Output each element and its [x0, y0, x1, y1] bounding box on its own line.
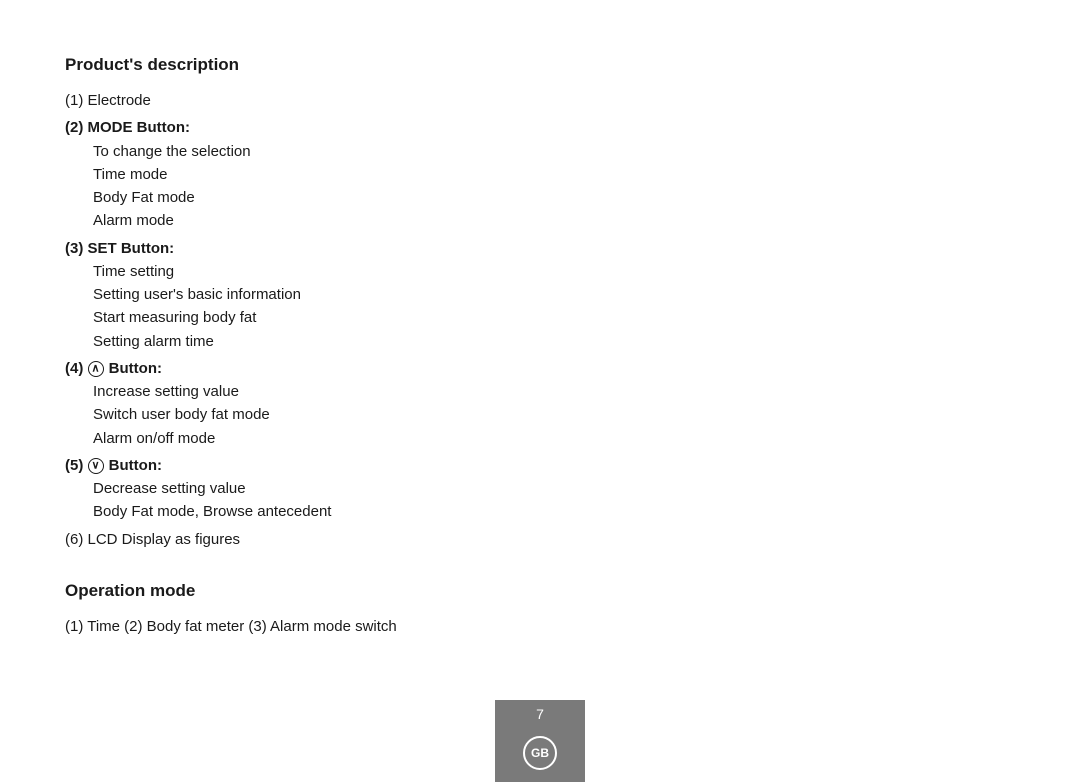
sub-item: Setting user's basic information [93, 283, 835, 306]
chevron-down-icon [88, 458, 104, 474]
item-label: (4) Button: [65, 360, 162, 377]
sub-item: Increase setting value [93, 380, 835, 403]
list-item: (2) MODE Button: To change the selection… [65, 116, 835, 232]
products-title: Product's description [65, 55, 835, 75]
chevron-up-icon [88, 361, 104, 377]
item-label: (2) MODE Button: [65, 119, 190, 136]
page-number: 7 [495, 700, 585, 728]
gb-circle: GB [523, 736, 557, 770]
sub-item: Time mode [93, 163, 835, 186]
sub-item: Switch user body fat mode [93, 403, 835, 426]
list-item: (3) SET Button: Time setting Setting use… [65, 237, 835, 353]
product-list: (1) Electrode (2) MODE Button: To change… [65, 89, 835, 551]
operation-title: Operation mode [65, 581, 835, 601]
list-item: (5) Button: Decrease setting value Body … [65, 454, 835, 524]
page-badge-container: 7 GB [495, 700, 585, 782]
page-gb-badge: GB [495, 728, 585, 782]
sub-item: Alarm on/off mode [93, 427, 835, 450]
item-label: (1) Electrode [65, 92, 151, 109]
sub-item: Alarm mode [93, 209, 835, 232]
sub-list: To change the selection Time mode Body F… [65, 140, 835, 233]
list-item: (6) LCD Display as figures [65, 528, 835, 551]
sub-list: Time setting Setting user's basic inform… [65, 260, 835, 353]
list-item: (4) Button: Increase setting value Switc… [65, 357, 835, 450]
sub-item: Time setting [93, 260, 835, 283]
item-label: (3) SET Button: [65, 240, 174, 257]
sub-list: Decrease setting value Body Fat mode, Br… [65, 477, 835, 524]
operation-list: (1) Time (2) Body fat meter (3) Alarm mo… [65, 615, 835, 639]
sub-item: Decrease setting value [93, 477, 835, 500]
sub-item: Body Fat mode, Browse antecedent [93, 500, 835, 523]
list-item: (1) Electrode [65, 89, 835, 112]
item-label: (6) LCD Display as figures [65, 531, 240, 548]
item-label: (5) Button: [65, 457, 162, 474]
sub-list: Increase setting value Switch user body … [65, 380, 835, 450]
sub-item: To change the selection [93, 140, 835, 163]
sub-item: Start measuring body fat [93, 306, 835, 329]
sub-item: Setting alarm time [93, 330, 835, 353]
page-content: Product's description (1) Electrode (2) … [0, 0, 900, 679]
sub-item: Body Fat mode [93, 186, 835, 209]
operation-item: (1) Time (2) Body fat meter (3) Alarm mo… [65, 615, 835, 639]
operation-section: Operation mode (1) Time (2) Body fat met… [65, 581, 835, 639]
